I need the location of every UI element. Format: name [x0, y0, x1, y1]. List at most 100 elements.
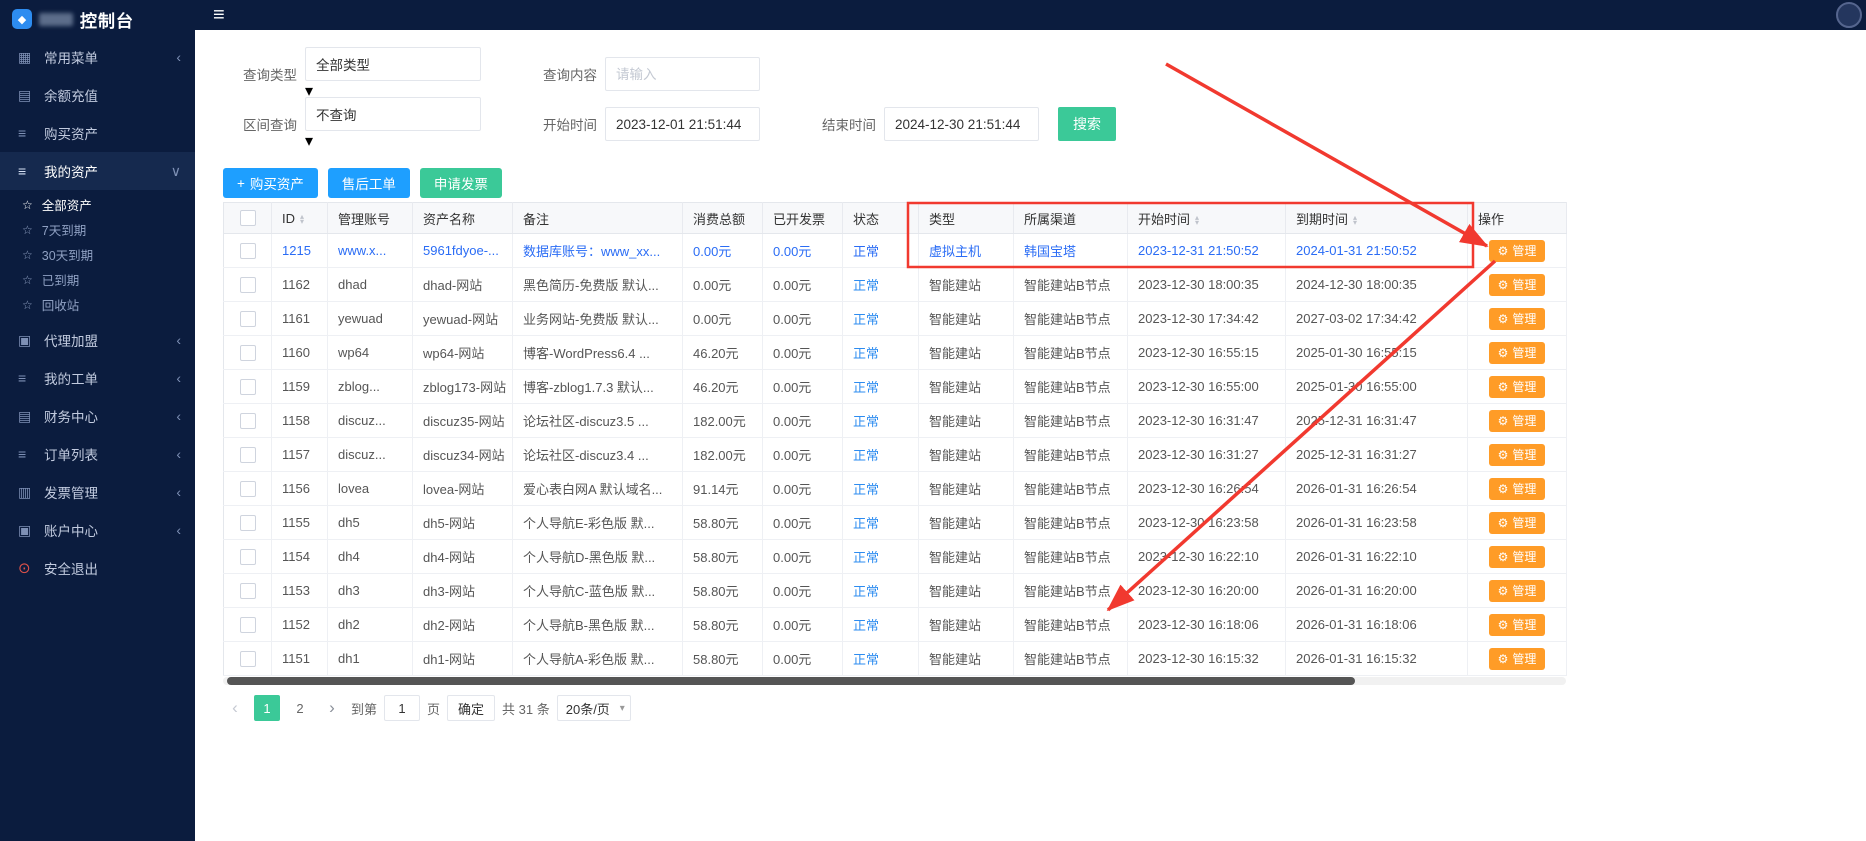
sidebar-item-common-menu[interactable]: ▦常用菜单‹ — [0, 38, 195, 76]
user-avatar[interactable] — [1836, 2, 1862, 28]
sidebar-item-orders[interactable]: ≡订单列表‹ — [0, 435, 195, 473]
cell-asset: yewuad-网站 — [413, 302, 513, 336]
page-jump-input[interactable] — [384, 695, 420, 721]
manage-button[interactable]: ⚙管理 — [1489, 512, 1546, 534]
manage-button[interactable]: ⚙管理 — [1489, 648, 1546, 670]
row-checkbox[interactable] — [240, 379, 256, 395]
scrollbar-thumb[interactable] — [227, 677, 1355, 685]
table-row: 1160wp64wp64-网站博客-WordPress6.4 ...46.20元… — [224, 336, 1567, 370]
manage-button[interactable]: ⚙管理 — [1489, 580, 1546, 602]
query-type-select[interactable]: 全部类型 ▾ — [305, 47, 481, 101]
cell-total: 182.00元 — [683, 438, 763, 472]
row-checkbox[interactable] — [240, 311, 256, 327]
sidebar-subitem-all-assets[interactable]: ☆全部资产 — [0, 192, 195, 217]
cell-remark: 个人导航E-彩色版 默... — [513, 506, 683, 540]
range-query-select[interactable]: 不查询 ▾ — [305, 97, 481, 151]
row-checkbox[interactable] — [240, 481, 256, 497]
sidebar-item-recharge[interactable]: ▤余额充值 — [0, 76, 195, 114]
cell-status: 正常 — [843, 574, 919, 608]
row-checkbox[interactable] — [240, 447, 256, 463]
page-number-1[interactable]: 1 — [254, 695, 280, 721]
sidebar-subitem-recycle[interactable]: ☆回收站 — [0, 292, 195, 317]
page-size-select[interactable]: 20条/页 ▾ — [557, 695, 631, 721]
manage-button[interactable]: ⚙管理 — [1489, 444, 1546, 466]
manage-button[interactable]: ⚙管理 — [1489, 478, 1546, 500]
buy-assets-button[interactable]: + 购买资产 — [223, 168, 318, 198]
cell-asset: wp64-网站 — [413, 336, 513, 370]
cell-remark: 论坛社区-discuz3.4 ... — [513, 438, 683, 472]
select-all-checkbox[interactable] — [240, 210, 256, 226]
jump-suffix-label: 页 — [427, 699, 440, 718]
sidebar-item-buy-assets[interactable]: ≡购买资产 — [0, 114, 195, 152]
search-button[interactable]: 搜索 — [1058, 107, 1116, 141]
column-label: 到期时间 — [1296, 212, 1348, 227]
row-checkbox[interactable] — [240, 651, 256, 667]
pagination: ‹ 1 2 › 到第 页 确定 共 31 条 20条/页 ▾ — [223, 695, 1866, 721]
manage-button[interactable]: ⚙管理 — [1489, 274, 1546, 296]
row-checkbox[interactable] — [240, 277, 256, 293]
sidebar-item-invoice[interactable]: ▥发票管理‹ — [0, 473, 195, 511]
sidebar-item-agent[interactable]: ▣代理加盟‹ — [0, 321, 195, 359]
column-header-start_time[interactable]: 开始时间▴▾ — [1128, 203, 1286, 234]
sort-icon[interactable]: ▴▾ — [1195, 215, 1199, 225]
list-icon: ≡ — [18, 370, 44, 386]
sidebar-subitem-label: 30天到期 — [42, 245, 93, 264]
cell-channel: 智能建站B节点 — [1014, 404, 1128, 438]
manage-button[interactable]: ⚙管理 — [1489, 546, 1546, 568]
list-icon: ≡ — [18, 125, 44, 141]
cell-invoiced: 0.00元 — [763, 404, 843, 438]
sidebar-subitem-expire-7d[interactable]: ☆7天到期 — [0, 217, 195, 242]
manage-button[interactable]: ⚙管理 — [1489, 240, 1546, 262]
cell-end: 2025-01-30 16:55:00 — [1286, 370, 1468, 404]
row-checkbox[interactable] — [240, 515, 256, 531]
column-header-end_time[interactable]: 到期时间 ▴▾ — [1286, 203, 1468, 234]
sidebar-item-label: 余额充值 — [44, 85, 181, 105]
sidebar-item-finance[interactable]: ▤财务中心‹ — [0, 397, 195, 435]
cell-status: 正常 — [843, 438, 919, 472]
page-prev-button[interactable]: ‹ — [223, 695, 247, 721]
cell-invoiced: 0.00元 — [763, 506, 843, 540]
row-checkbox[interactable] — [240, 345, 256, 361]
sidebar-item-my-assets[interactable]: ≡我的资产∨ — [0, 152, 195, 190]
plus-icon: + — [237, 176, 245, 191]
row-checkbox[interactable] — [240, 243, 256, 259]
column-header-id[interactable]: ID▴▾ — [272, 203, 328, 234]
row-checkbox[interactable] — [240, 549, 256, 565]
row-checkbox[interactable] — [240, 617, 256, 633]
jump-confirm-button[interactable]: 确定 — [447, 695, 495, 721]
sidebar-item-logout[interactable]: ⊙安全退出 — [0, 549, 195, 587]
cell-status: 正常 — [843, 404, 919, 438]
manage-button[interactable]: ⚙管理 — [1489, 410, 1546, 432]
filter-panel: 查询类型 全部类型 ▾ 查询内容 区间查询 不查询 ▾ 开始时间 结束时间 — [223, 30, 1866, 142]
manage-button[interactable]: ⚙管理 — [1489, 342, 1546, 364]
sort-icon[interactable]: ▴▾ — [300, 214, 304, 224]
row-checkbox[interactable] — [240, 583, 256, 599]
end-time-input[interactable] — [884, 107, 1039, 141]
query-type-label: 查询类型 — [243, 64, 305, 84]
sidebar-item-account[interactable]: ▣账户中心‹ — [0, 511, 195, 549]
cell-end: 2027-03-02 17:34:42 — [1286, 302, 1468, 336]
column-header-asset: 资产名称 — [413, 203, 513, 234]
cell-start: 2023-12-30 17:34:42 — [1128, 302, 1286, 336]
manage-button[interactable]: ⚙管理 — [1489, 308, 1546, 330]
sort-icon[interactable]: ▴▾ — [1353, 215, 1357, 225]
manage-button[interactable]: ⚙管理 — [1489, 614, 1546, 636]
cell-asset: dh4-网站 — [413, 540, 513, 574]
menu-toggle-icon[interactable]: ≡ — [213, 5, 225, 25]
apply-invoice-button[interactable]: 申请发票 — [420, 168, 502, 198]
cell-asset: dh5-网站 — [413, 506, 513, 540]
query-content-input[interactable] — [605, 57, 760, 91]
sidebar-subitem-expired[interactable]: ☆已到期 — [0, 267, 195, 292]
page-number-2[interactable]: 2 — [287, 695, 313, 721]
column-header-type: 类型 — [919, 203, 1014, 234]
row-checkbox[interactable] — [240, 413, 256, 429]
horizontal-scrollbar[interactable] — [223, 677, 1566, 685]
cell-invoiced: 0.00元 — [763, 540, 843, 574]
brand-header: ◆ 控制台 — [0, 0, 195, 38]
page-next-button[interactable]: › — [320, 695, 344, 721]
aftersale-ticket-button[interactable]: 售后工单 — [328, 168, 410, 198]
sidebar-item-tickets[interactable]: ≡我的工单‹ — [0, 359, 195, 397]
manage-button[interactable]: ⚙管理 — [1489, 376, 1546, 398]
start-time-input[interactable] — [605, 107, 760, 141]
sidebar-subitem-expire-30d[interactable]: ☆30天到期 — [0, 242, 195, 267]
